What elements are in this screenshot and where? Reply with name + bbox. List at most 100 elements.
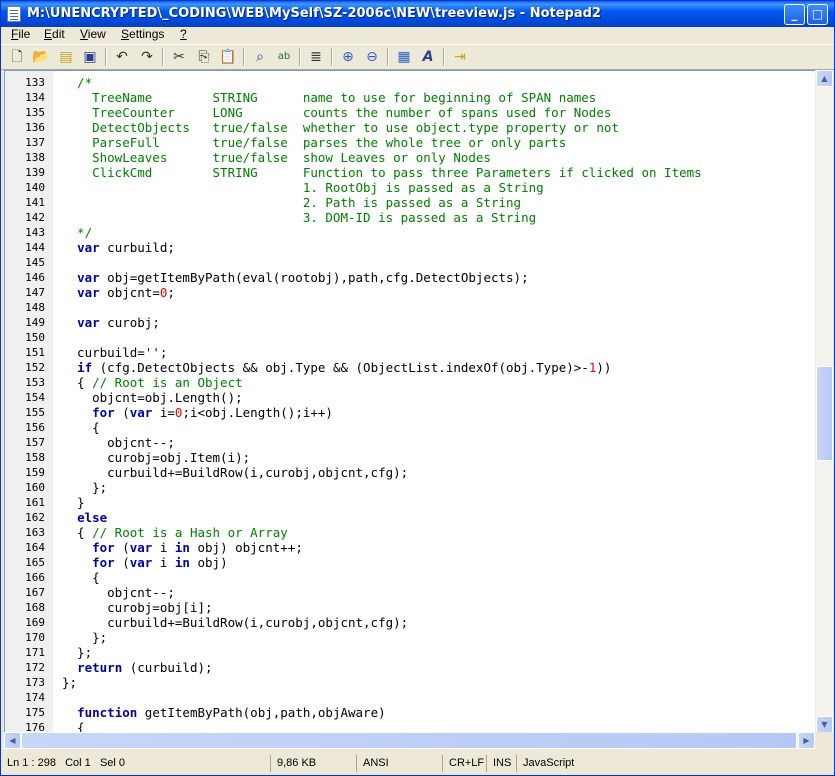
vertical-scrollbar[interactable]: ▲ ▼ bbox=[815, 70, 833, 733]
toolbar-separator bbox=[105, 48, 107, 66]
scroll-down-icon[interactable]: ▼ bbox=[816, 716, 833, 733]
code-text: objcnt--; bbox=[62, 585, 175, 600]
code-line[interactable]: 169 curbuild+=BuildRow(i,curobj,objcnt,c… bbox=[5, 615, 816, 630]
word-wrap-icon[interactable]: ≣ bbox=[306, 47, 326, 67]
code-line[interactable]: 154 objcnt=obj.Length(); bbox=[5, 390, 816, 405]
line-number: 165 bbox=[25, 556, 45, 569]
code-line[interactable]: 173}; bbox=[5, 675, 816, 690]
code-token: } bbox=[62, 495, 85, 510]
title-bar[interactable]: M:\UNENCRYPTED\_CODING\WEB\MySelf\SZ-200… bbox=[1, 1, 834, 27]
code-line[interactable]: 146 var obj=getItemByPath(eval(rootobj),… bbox=[5, 270, 816, 285]
status-insert-mode[interactable]: INS bbox=[489, 755, 517, 772]
code-line[interactable]: 163 { // Root is a Hash or Array bbox=[5, 525, 816, 540]
menu-file[interactable]: File bbox=[11, 27, 30, 41]
line-number: 167 bbox=[25, 586, 45, 599]
code-line[interactable]: 142 3. DOM-ID is passed as a String bbox=[5, 210, 816, 225]
maximize-button[interactable]: □ bbox=[807, 4, 828, 25]
replace-icon[interactable]: ab bbox=[274, 47, 294, 67]
notepad-app-icon[interactable] bbox=[7, 6, 21, 22]
horizontal-scrollbar[interactable]: ◀ ▶ bbox=[4, 732, 815, 749]
code-line[interactable]: 140 1. RootObj is passed as a String bbox=[5, 180, 816, 195]
cut-icon[interactable]: ✂ bbox=[169, 47, 189, 67]
code-line[interactable]: 174 bbox=[5, 690, 816, 705]
scroll-right-icon[interactable]: ▶ bbox=[798, 732, 815, 749]
line-number: 152 bbox=[25, 361, 45, 374]
scroll-left-icon[interactable]: ◀ bbox=[4, 732, 21, 749]
code-line[interactable]: 145 bbox=[5, 255, 816, 270]
size-grip[interactable] bbox=[815, 732, 832, 749]
menu-settings[interactable]: Settings bbox=[121, 27, 164, 41]
code-line[interactable]: 170 }; bbox=[5, 630, 816, 645]
status-line-endings[interactable]: CR+LF bbox=[445, 755, 487, 772]
status-sel: Sel 0 bbox=[99, 757, 126, 769]
code-line[interactable]: 133 /* bbox=[5, 75, 816, 90]
code-line[interactable]: 143 */ bbox=[5, 225, 816, 240]
code-line[interactable]: 171 }; bbox=[5, 645, 816, 660]
code-line[interactable]: 136 DetectObjects true/false whether to … bbox=[5, 120, 816, 135]
new-file-icon[interactable]: 🗋 bbox=[7, 47, 27, 67]
scroll-up-icon[interactable]: ▲ bbox=[816, 70, 833, 87]
code-line[interactable]: 151 curbuild=''; bbox=[5, 345, 816, 360]
minimize-button[interactable]: _ bbox=[784, 4, 805, 25]
code-token: }; bbox=[62, 480, 108, 495]
code-line[interactable]: 165 for (var i in obj) bbox=[5, 555, 816, 570]
menu-help[interactable]: ? bbox=[180, 27, 187, 41]
copy-icon[interactable]: ⎘ bbox=[194, 47, 214, 67]
code-line[interactable]: 166 { bbox=[5, 570, 816, 585]
code-line[interactable]: 175 function getItemByPath(obj,path,objA… bbox=[5, 705, 816, 720]
zoom-in-icon[interactable]: ⊕ bbox=[338, 47, 358, 67]
exit-icon[interactable]: ⇥ bbox=[450, 47, 470, 67]
horizontal-scroll-thumb[interactable] bbox=[21, 732, 797, 749]
code-line[interactable]: 144 var curbuild; bbox=[5, 240, 816, 255]
code-line[interactable]: 164 for (var i in obj) objcnt++; bbox=[5, 540, 816, 555]
code-line[interactable]: 155 for (var i=0;i<obj.Length();i++) bbox=[5, 405, 816, 420]
code-line[interactable]: 161 } bbox=[5, 495, 816, 510]
code-editor[interactable]: 133 /* 134 TreeName STRING name to use fo… bbox=[4, 70, 816, 734]
schemes-icon[interactable]: ▦ bbox=[394, 47, 414, 67]
code-text: return (curbuild); bbox=[62, 660, 212, 675]
code-line[interactable]: 153 { // Root is an Object bbox=[5, 375, 816, 390]
code-line[interactable]: 156 { bbox=[5, 420, 816, 435]
code-line[interactable]: 172 return (curbuild); bbox=[5, 660, 816, 675]
save-icon[interactable]: ▣ bbox=[80, 47, 100, 67]
code-line[interactable]: 148 bbox=[5, 300, 816, 315]
code-line[interactable]: 159 curbuild+=BuildRow(i,curobj,objcnt,c… bbox=[5, 465, 816, 480]
code-line[interactable]: 134 TreeName STRING name to use for begi… bbox=[5, 90, 816, 105]
code-text: for (var i=0;i<obj.Length();i++) bbox=[62, 405, 333, 420]
status-lexer[interactable]: JavaScript bbox=[519, 755, 819, 772]
code-line[interactable]: 135 TreeCounter LONG counts the number o… bbox=[5, 105, 816, 120]
undo-icon[interactable]: ↶ bbox=[112, 47, 132, 67]
code-line[interactable]: 160 }; bbox=[5, 480, 816, 495]
code-line[interactable]: 141 2. Path is passed as a String bbox=[5, 195, 816, 210]
vertical-scroll-thumb[interactable] bbox=[816, 366, 833, 461]
code-line[interactable]: 152 if (cfg.DetectObjects && obj.Type &&… bbox=[5, 360, 816, 375]
code-line[interactable]: 137 ParseFull true/false parses the whol… bbox=[5, 135, 816, 150]
open-file-icon[interactable]: 📂 bbox=[31, 47, 51, 67]
code-line[interactable]: 138 ShowLeaves true/false show Leaves or… bbox=[5, 150, 816, 165]
code-line[interactable]: 157 objcnt--; bbox=[5, 435, 816, 450]
code-text: 1. RootObj is passed as a String bbox=[62, 180, 544, 195]
code-line[interactable]: 158 curobj=obj.Item(i); bbox=[5, 450, 816, 465]
font-icon[interactable]: A bbox=[418, 47, 438, 67]
menu-view[interactable]: View bbox=[80, 27, 106, 41]
code-token: obj) bbox=[189, 555, 228, 570]
code-text: curbuild+=BuildRow(i,curobj,objcnt,cfg); bbox=[62, 615, 408, 630]
find-icon[interactable]: ⌕ bbox=[250, 47, 270, 67]
zoom-out-icon[interactable]: ⊖ bbox=[362, 47, 382, 67]
code-line[interactable]: 150 bbox=[5, 330, 816, 345]
code-text: { // Root is an Object bbox=[62, 375, 243, 390]
redo-icon[interactable]: ↷ bbox=[137, 47, 157, 67]
code-line[interactable]: 167 objcnt--; bbox=[5, 585, 816, 600]
code-line[interactable]: 168 curobj=obj[i]; bbox=[5, 600, 816, 615]
code-line[interactable]: 149 var curobj; bbox=[5, 315, 816, 330]
code-line[interactable]: 147 var objcnt=0; bbox=[5, 285, 816, 300]
code-line[interactable]: 139 ClickCmd STRING Function to pass thr… bbox=[5, 165, 816, 180]
paste-icon[interactable]: 📋 bbox=[218, 47, 238, 67]
status-encoding[interactable]: ANSI bbox=[359, 755, 443, 772]
code-line[interactable]: 162 else bbox=[5, 510, 816, 525]
menu-edit[interactable]: Edit bbox=[44, 27, 65, 41]
toolbar-separator bbox=[387, 48, 389, 66]
browse-icon[interactable]: ▤ bbox=[56, 47, 76, 67]
